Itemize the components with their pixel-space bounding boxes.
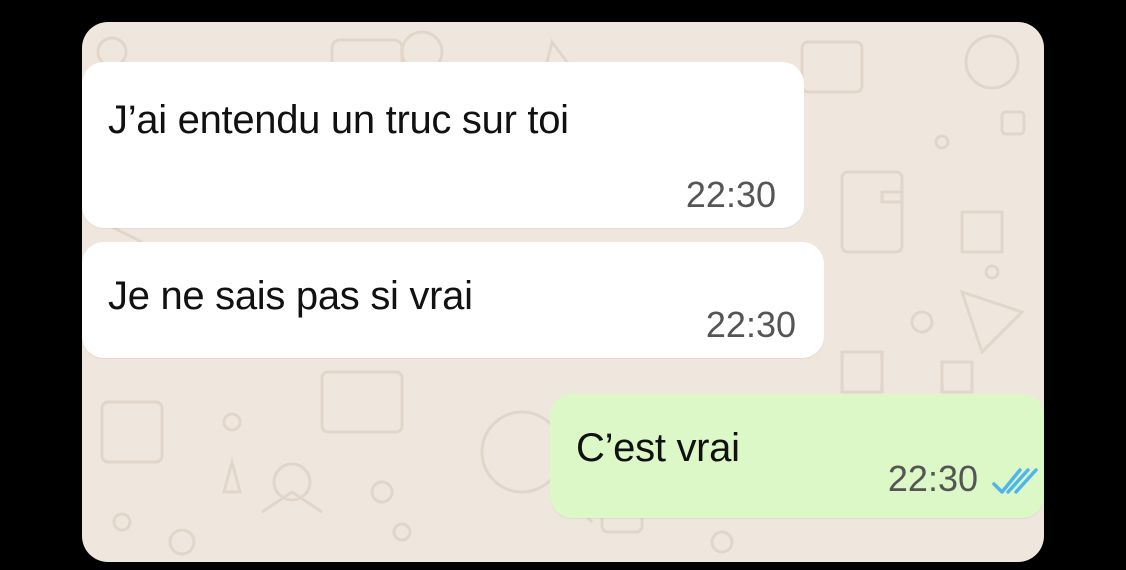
message-bubble-incoming[interactable]: Je ne sais pas si vrai 22:30 xyxy=(82,242,824,358)
message-timestamp: 22:30 xyxy=(887,458,978,499)
message-text: C’est vrai xyxy=(576,426,740,470)
double-check-read-icon xyxy=(992,468,1038,494)
message-text: Je ne sais pas si vrai xyxy=(108,274,473,318)
message-timestamp: 22:30 xyxy=(705,304,796,345)
message-bubble-outgoing[interactable]: C’est vrai 22:30 xyxy=(550,394,1044,518)
message-text: J’ai entendu un truc sur toi xyxy=(108,98,569,142)
message-bubble-incoming[interactable]: J’ai entendu un truc sur toi 22:30 xyxy=(82,62,804,228)
message-timestamp: 22:30 xyxy=(685,174,776,215)
chat-window: J’ai entendu un truc sur toi 22:30 Je ne… xyxy=(82,22,1044,562)
